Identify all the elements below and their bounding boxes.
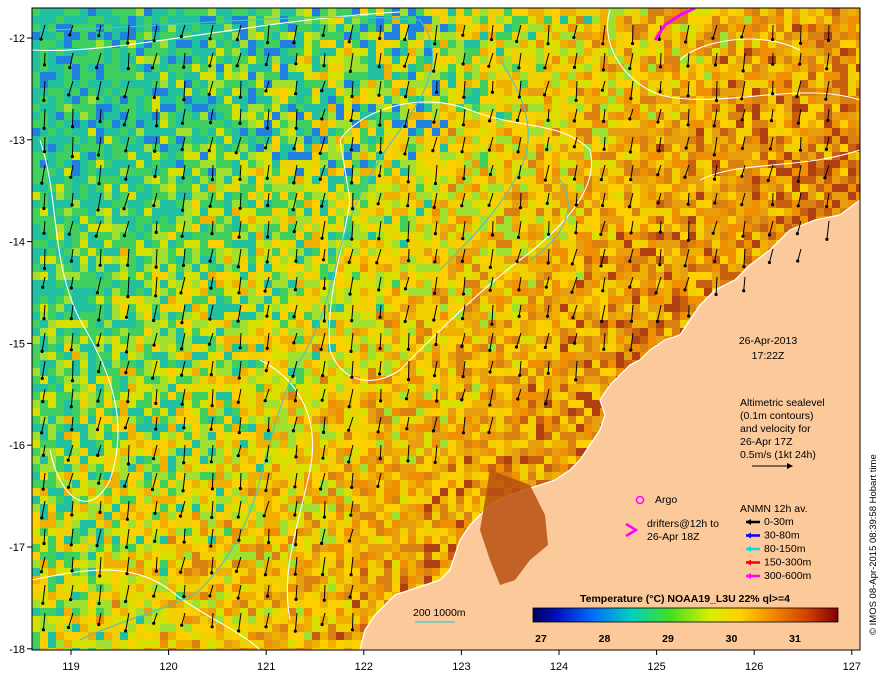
y-tick-label: -15 bbox=[9, 338, 25, 350]
anmn-item-label: 30-80m bbox=[764, 530, 800, 542]
anmn-item-label: 300-600m bbox=[764, 570, 812, 582]
x-tick-label: 123 bbox=[452, 661, 470, 673]
x-tick-label: 122 bbox=[355, 661, 373, 673]
x-tick-label: 126 bbox=[745, 661, 763, 673]
sst-map: 119 120 121 122 123 124 125 126 127 -12 -13 -14 -15… bbox=[9, 7, 879, 673]
colorbar-tick-label: 30 bbox=[726, 633, 738, 645]
y-tick-label: -14 bbox=[9, 237, 25, 249]
anmn-item-label: 150-300m bbox=[764, 557, 812, 569]
anmn-item-label: 0-30m bbox=[764, 516, 794, 528]
x-tick-label: 120 bbox=[159, 661, 177, 673]
y-tick-label: -17 bbox=[9, 542, 25, 554]
y-axis: -12 -13 -14 -15 -16 -17 -18 bbox=[9, 33, 32, 656]
y-tick-label: -18 bbox=[9, 644, 25, 656]
colorbar-tick-label: 31 bbox=[789, 633, 801, 645]
x-tick-label: 119 bbox=[62, 661, 80, 673]
colorbar-tick-label: 28 bbox=[599, 633, 611, 645]
x-tick-label: 124 bbox=[550, 661, 568, 673]
colorbar-tick-label: 29 bbox=[662, 633, 674, 645]
y-tick-label: -16 bbox=[9, 440, 25, 452]
y-tick-label: -13 bbox=[9, 135, 25, 147]
x-axis: 119 120 121 122 123 124 125 126 127 bbox=[62, 650, 861, 673]
x-tick-label: 121 bbox=[257, 661, 275, 673]
colorbar-tick-label: 27 bbox=[535, 633, 547, 645]
y-tick-label: -12 bbox=[9, 33, 25, 45]
x-tick-label: 127 bbox=[843, 661, 861, 673]
date-label: 26-Apr-2013 bbox=[739, 335, 798, 347]
sst-field bbox=[32, 8, 860, 650]
anmn-item-label: 80-150m bbox=[764, 543, 806, 555]
x-tick-label: 125 bbox=[647, 661, 665, 673]
time-label: 17:22Z bbox=[752, 350, 785, 362]
credit: © IMOS 08-Apr-2015 08:39:58 Hobart time bbox=[868, 454, 879, 635]
